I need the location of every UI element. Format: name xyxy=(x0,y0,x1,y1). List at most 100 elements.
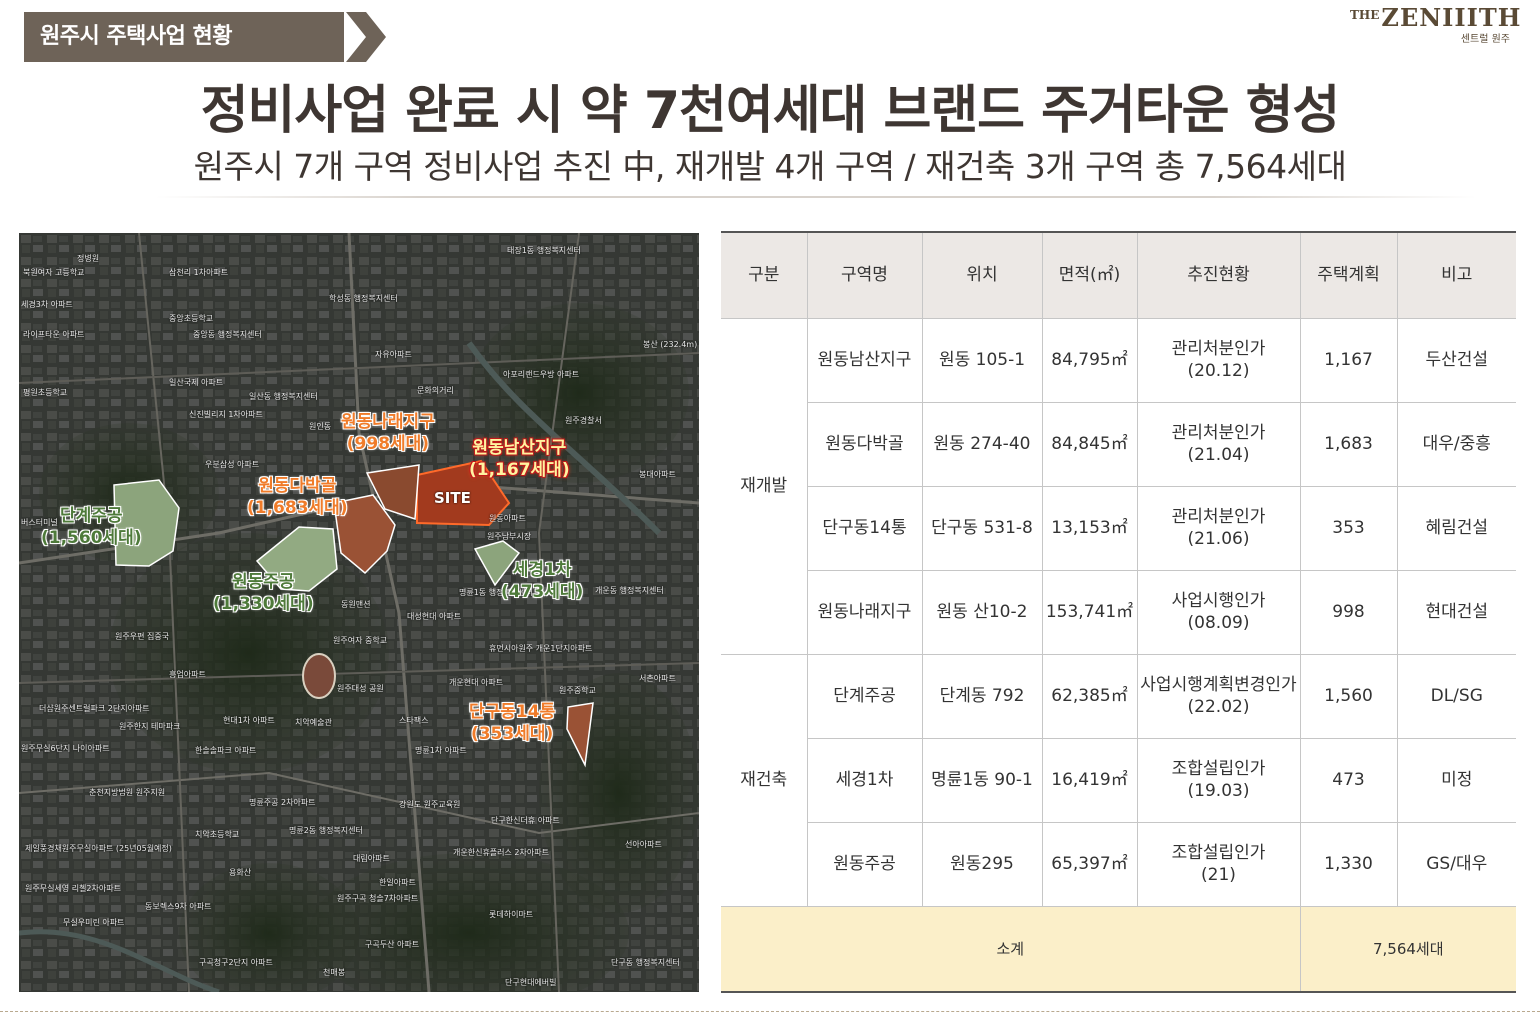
map-place-label: 중앙동 행정복지센터 xyxy=(193,330,262,339)
map-place-label: 명륜1차 아파트 xyxy=(415,746,467,755)
cell-units: 998 xyxy=(1299,569,1398,655)
map-place-label: 원주경찰서 xyxy=(565,416,602,425)
page-subtitle: 원주시 7개 구역 정비사업 추진 中, 재개발 4개 구역 / 재건축 3개 … xyxy=(193,147,1347,186)
col-header-units: 주택계획 xyxy=(1299,231,1398,319)
cell-location: 원동 산10-2 xyxy=(921,569,1043,655)
site-marker-label: SITE xyxy=(434,489,471,507)
footer-divider xyxy=(0,1011,1540,1012)
map-place-label: 라이프타운 아파트 xyxy=(23,330,85,339)
zone-label-narae: 원동나래지구 (998세대) xyxy=(341,412,435,454)
cell-status: 사업시행인가 (08.09) xyxy=(1136,569,1301,655)
map-place-label: 단구현대에버빌 xyxy=(505,978,557,987)
map-place-label: 스타팩스 xyxy=(399,716,429,725)
cell-area: 13,153㎡ xyxy=(1041,485,1138,571)
table-row: 단구동14통 단구동 531-8 13,153㎡ 관리처분인가 (21.06) 3… xyxy=(721,485,1516,571)
map-place-label: 제일풍경채원주무실아파트 (25년05월예정) xyxy=(25,844,172,853)
map-place-label: 자유아파트 xyxy=(375,350,412,359)
cell-note: DL/SG xyxy=(1396,653,1516,739)
group-label-redevelopment: 재개발 xyxy=(721,317,808,655)
map-place-label: 원주무실6단지 나이아파트 xyxy=(21,744,110,753)
cell-zone-name: 단구동14통 xyxy=(807,485,923,571)
zone-label-dangu14: 단구동14통 (353세대) xyxy=(469,702,556,744)
map-place-label: 우분삼성 아파트 xyxy=(205,460,260,469)
logo-main-text: ZENIIITH xyxy=(1381,3,1522,32)
map-place-label: 삼천리 1차아파트 xyxy=(169,268,229,277)
col-header-location: 위치 xyxy=(921,231,1043,319)
cell-area: 84,795㎡ xyxy=(1041,317,1138,403)
table-row: 원동주공 원동295 65,397㎡ 조합설립인가 (21) 1,330 GS/대… xyxy=(721,821,1516,907)
map-place-label: 아포리랜드우방 아파트 xyxy=(503,370,580,379)
map-place-label: 롯데하이마트 xyxy=(489,910,534,919)
table-header-row: 구분 구역명 위치 면적(㎡) 추진현황 주택계획 비고 xyxy=(721,231,1516,319)
map-place-label: 단구동 행정복지센터 xyxy=(611,958,680,967)
cell-location: 단계동 792 xyxy=(921,653,1043,739)
section-tag-label: 원주시 주택사업 현황 xyxy=(40,24,232,49)
table-total-row: 소계 7,564세대 xyxy=(721,905,1516,993)
page-title: 정비사업 완료 시 약 7천여세대 브랜드 주거타운 형성 xyxy=(200,81,1341,141)
cell-note: 두산건설 xyxy=(1396,317,1516,403)
cell-location: 단구동 531-8 xyxy=(921,485,1043,571)
cell-zone-name: 원동주공 xyxy=(807,821,923,907)
map-place-label: 평원초등학교 xyxy=(23,388,68,397)
cell-units: 1,167 xyxy=(1299,317,1398,403)
cell-status: 관리처분인가 (21.06) xyxy=(1136,485,1301,571)
map-place-label: 대림아파트 xyxy=(353,854,390,863)
map-place-label: 원주대성 공원 xyxy=(337,684,384,693)
cell-area: 16,419㎡ xyxy=(1041,737,1138,823)
zone-label-dabakgol: 원동다박골 (1,683세대) xyxy=(247,476,348,518)
map-place-label: 선아아파트 xyxy=(625,840,662,849)
table-row: 재개발 원동남산지구 원동 105-1 84,795㎡ 관리처분인가 (20.12… xyxy=(721,317,1516,655)
map-place-label: 정병원 xyxy=(77,254,100,263)
map-place-label: 강원도 원주교육원 xyxy=(399,800,461,809)
redevelopment-table: 구분 구역명 위치 면적(㎡) 추진현황 주택계획 비고 재개발 원동남산지구 … xyxy=(721,231,1516,993)
map-place-label: 일산국제 아파트 xyxy=(169,378,224,387)
map-place-label: 학성동 행정복지센터 xyxy=(329,294,398,303)
table-row: 원동나래지구 원동 산10-2 153,741㎡ 사업시행인가 (08.09) 9… xyxy=(721,569,1516,655)
map-place-label: 개운현대 아파트 xyxy=(449,678,504,687)
map-place-label: 명륜주공 2차아파트 xyxy=(249,798,316,807)
cell-zone-name: 단계주공 xyxy=(806,653,923,739)
cell-zone-name: 세경1차 xyxy=(807,737,923,823)
map-place-label: 구곡두산 아파트 xyxy=(365,940,420,949)
logo-the: THE xyxy=(1350,8,1380,22)
map-place-label: 원주여자 중학교 xyxy=(333,636,388,645)
map-place-label: 단구한신더휴 아파트 xyxy=(491,816,560,825)
map-place-label: 흥업아파트 xyxy=(169,670,206,679)
col-header-zone-name: 구역명 xyxy=(806,231,923,319)
cell-location: 원동295 xyxy=(921,821,1043,907)
map-place-label: 원주우편 집중국 xyxy=(115,632,170,641)
map-place-label: 한일아파트 xyxy=(379,878,416,887)
zone-label-namsan: 원동남산지구 (1,167세대) xyxy=(469,438,570,480)
map-place-label: 대성현대 아파트 xyxy=(407,612,462,621)
map-place-label: 신진빌리지 1차아파트 xyxy=(189,410,263,419)
cell-units: 1,330 xyxy=(1299,821,1398,907)
map-place-label: 한솔솔파크 아파트 xyxy=(195,746,257,755)
zone-label-segyeong: 세경1차 (473세대) xyxy=(501,560,584,602)
cell-status: 조합설립인가 (19.03) xyxy=(1136,737,1301,823)
map-place-label: 북원여자 고등학교 xyxy=(23,268,85,277)
group-label-reconstruction: 재건축 xyxy=(721,653,808,907)
map-place-label: 중앙초등학교 xyxy=(169,314,214,323)
map-place-label: 휴먼시아원주 개운1단지아파트 xyxy=(489,644,593,653)
cell-area: 62,385㎡ xyxy=(1041,653,1138,739)
cell-status: 관리처분인가 (21.04) xyxy=(1136,401,1301,487)
logo-sub-text: 센트럴 원주 xyxy=(1460,34,1510,45)
map-place-label: 원인동 xyxy=(309,422,332,431)
map-place-label: 치악초등학교 xyxy=(195,830,240,839)
cell-area: 153,741㎡ xyxy=(1041,569,1138,655)
col-header-status: 추진현황 xyxy=(1136,231,1301,319)
map-place-label: 태장1동 행정복지센터 xyxy=(507,246,581,255)
cell-note: 대우/중흥 xyxy=(1396,401,1516,487)
map-place-label: 용화산 xyxy=(229,868,252,877)
map-place-label: 동원맨션 xyxy=(341,600,371,609)
cell-status: 조합설립인가 (21) xyxy=(1136,821,1301,907)
map-place-label: 춘천지방법원 원주지원 xyxy=(89,788,166,797)
col-header-category: 구분 xyxy=(721,231,808,319)
cell-status: 관리처분인가 (20.12) xyxy=(1136,317,1301,403)
total-value: 7,564세대 xyxy=(1299,905,1516,993)
chevron-right-icon xyxy=(346,12,386,62)
cell-units: 353 xyxy=(1299,485,1398,571)
brand-logo: THEZENIIITH 센트럴 원주 xyxy=(1350,2,1520,46)
cell-note: GS/대우 xyxy=(1396,821,1516,907)
map-place-label: 더샵원주센트럴파크 2단지아파트 xyxy=(39,704,150,713)
